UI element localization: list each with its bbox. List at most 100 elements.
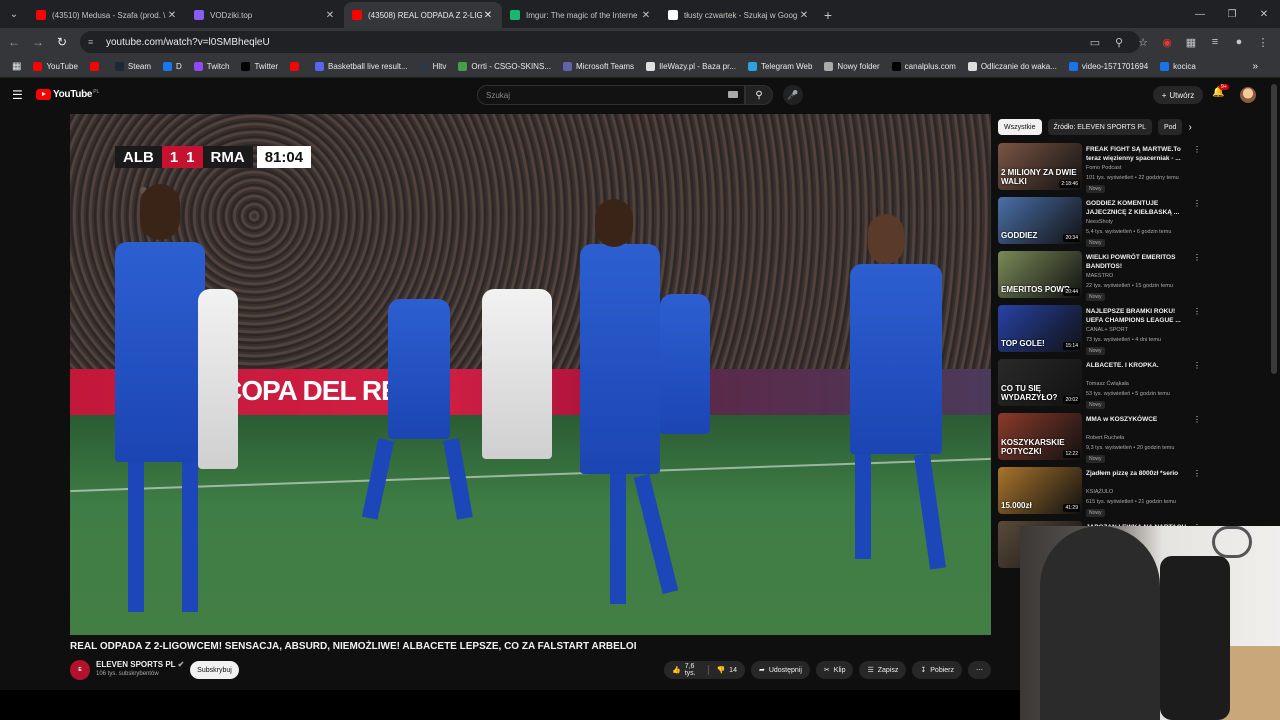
bookmark-item[interactable]: Steam — [109, 62, 157, 71]
video-thumbnail[interactable]: 15.000zł 41:29 — [998, 467, 1082, 514]
browser-tab[interactable]: (43510) Medusa - Szafa (prod. \ ✕ — [28, 2, 186, 28]
bookmark-item[interactable]: video-1571701694 — [1063, 62, 1154, 71]
bookmark-item[interactable]: kocica — [1154, 62, 1202, 71]
like-button[interactable]: 👍 7,6 tys. — [664, 661, 708, 679]
chip-related[interactable]: Pod — [1157, 119, 1183, 135]
more-options-icon[interactable]: ⋮ — [1193, 415, 1201, 424]
reading-list-icon[interactable]: ≡ — [1204, 31, 1226, 53]
chrome-menu-icon[interactable]: ⋮ — [1252, 31, 1274, 53]
bookmark-item[interactable]: Telegram Web — [742, 62, 818, 71]
omnibox[interactable]: ≡ youtube.com/watch?v=l0SMBheqleU — [80, 31, 1140, 53]
browser-tab[interactable]: Imgur: The magic of the Interne ✕ — [502, 2, 660, 28]
recommendation-title[interactable]: WIELKI POWRÓT EMERITOS BANDITOS! — [1086, 253, 1192, 271]
close-window-button[interactable]: ✕ — [1248, 0, 1280, 28]
bookmark-item[interactable]: IleWazy.pl - Baza pr... — [640, 62, 742, 71]
recommendation-title[interactable]: FREAK FIGHT SĄ MARTWE.To teraz więzienny… — [1086, 145, 1192, 163]
subscribe-button[interactable]: Subskrybuj — [190, 661, 239, 679]
menu-icon[interactable]: ☰ — [12, 88, 23, 102]
page-scrollbar[interactable] — [1271, 84, 1277, 374]
video-thumbnail[interactable]: EMERITOS POWR 20:44 — [998, 251, 1082, 298]
recommendation-title[interactable]: Zjadłem pizzę za 8000zł *serio — [1086, 469, 1192, 478]
maximize-button[interactable]: ❐ — [1216, 0, 1248, 28]
more-bookmarks-icon[interactable]: » — [1246, 61, 1264, 72]
bookmark-star-icon[interactable]: ☆ — [1132, 31, 1154, 53]
profile-icon[interactable]: ● — [1228, 31, 1250, 53]
more-options-icon[interactable]: ⋮ — [1193, 307, 1201, 316]
chip-source[interactable]: Źródło: ELEVEN SPORTS PL — [1047, 119, 1152, 135]
apps-grid-icon[interactable]: ▦ — [6, 61, 27, 72]
recommendation-channel[interactable]: KSIĄŻULO — [1086, 489, 1113, 495]
recommendation-item[interactable]: EMERITOS POWR 20:44 WIELKI POWRÓT EMERITOS… — [998, 251, 1204, 305]
recommendation-title[interactable]: NAJLEPSZE BRAMKI ROKU! UEFA CHAMPIONS LE… — [1086, 307, 1192, 325]
cast-icon[interactable]: ▭ — [1084, 31, 1106, 53]
forward-button[interactable]: → — [26, 30, 50, 54]
more-actions-button[interactable]: ⋯ — [968, 661, 991, 679]
recommendation-item[interactable]: TOP GOLE! 15:14 NAJLEPSZE BRAMKI ROKU! UEF… — [998, 305, 1204, 359]
bookmark-item[interactable] — [84, 62, 109, 71]
video-player[interactable]: COPA DEL REY ALB 1 1 RMA 81:04 — [70, 114, 991, 635]
browser-tab[interactable]: VODziki.top ✕ — [186, 2, 344, 28]
bookmark-item[interactable] — [284, 62, 309, 71]
site-info-icon[interactable]: ≡ — [88, 37, 98, 47]
extension-red-icon[interactable]: ◉ — [1156, 31, 1178, 53]
youtube-logo[interactable]: YouTube PL — [36, 89, 99, 100]
bookmark-item[interactable]: Orrti - CSGO-SKINS... — [452, 62, 557, 71]
more-options-icon[interactable]: ⋮ — [1193, 253, 1201, 262]
dislike-button[interactable]: 👎 14 — [708, 661, 745, 679]
recommendation-item[interactable]: CO TU SIĘ WYDARZYŁO? 20:02 ALBACETE. I KRO… — [998, 359, 1204, 413]
zoom-icon[interactable]: ⚲ — [1108, 31, 1130, 53]
search-button[interactable]: ⚲ — [745, 85, 773, 105]
keyboard-icon[interactable] — [728, 91, 738, 98]
minimize-button[interactable]: — — [1184, 0, 1216, 28]
avatar[interactable] — [1240, 87, 1256, 103]
bookmark-item[interactable]: canalplus.com — [886, 62, 962, 71]
tab-close-icon[interactable]: ✕ — [640, 10, 652, 21]
tab-close-icon[interactable]: ✕ — [798, 10, 810, 21]
reload-button[interactable]: ↻ — [50, 30, 74, 54]
clip-button[interactable]: ✂ Klip — [815, 661, 854, 679]
bookmark-item[interactable]: Twitter — [235, 62, 284, 71]
recommendation-item[interactable]: GODDIEZ 20:34 GODDIEZ KOMENTUJE JAJECZNICĘ… — [998, 197, 1204, 251]
share-button[interactable]: ➦ Udostępnij — [750, 661, 810, 679]
bookmark-item[interactable]: Hltv — [414, 62, 453, 71]
back-button[interactable]: ← — [2, 30, 26, 54]
new-tab-button[interactable]: + — [818, 2, 838, 28]
more-options-icon[interactable]: ⋮ — [1193, 145, 1201, 154]
recommendation-channel[interactable]: Robert Rucheła — [1086, 435, 1124, 441]
browser-tab[interactable]: tłusty czwartek - Szukaj w Goog ✕ — [660, 2, 818, 28]
recommendation-title[interactable]: ALBACETE. I KROPKA. — [1086, 361, 1192, 370]
more-options-icon[interactable]: ⋮ — [1193, 469, 1201, 478]
recommendation-channel[interactable]: Fomo Podcast — [1086, 165, 1121, 171]
recommendation-channel[interactable]: NeesShoty — [1086, 219, 1113, 225]
chevron-right-icon[interactable]: › — [1188, 119, 1191, 135]
chip-all[interactable]: Wszystkie — [998, 119, 1042, 135]
recommendation-channel[interactable]: CANAL+ SPORT — [1086, 327, 1128, 333]
video-thumbnail[interactable]: TOP GOLE! 15:14 — [998, 305, 1082, 352]
channel-avatar[interactable]: E — [70, 660, 90, 680]
bookmark-item[interactable]: Basketball live result... — [309, 62, 414, 71]
video-thumbnail[interactable]: CO TU SIĘ WYDARZYŁO? 20:02 — [998, 359, 1082, 406]
recommendation-item[interactable]: KOSZYKARSKIE POTYCZKI 12:22 MMA w KOSZYKÓW… — [998, 413, 1204, 467]
extensions-puzzle-icon[interactable]: ▦ — [1180, 31, 1202, 53]
recommendation-title[interactable]: GODDIEZ KOMENTUJE JAJECZNICĘ Z KIEŁBASKĄ… — [1086, 199, 1192, 217]
save-button[interactable]: ☰ Zapisz — [859, 661, 907, 679]
video-thumbnail[interactable]: GODDIEZ 20:34 — [998, 197, 1082, 244]
notifications-button[interactable]: 🔔 9+ — [1212, 84, 1229, 98]
bookmark-item[interactable]: YouTube — [27, 62, 83, 71]
bookmark-item[interactable]: Microsoft Teams — [557, 62, 640, 71]
bookmark-item[interactable]: Odliczanie do waka... — [962, 62, 1063, 71]
video-thumbnail[interactable]: KOSZYKARSKIE POTYCZKI 12:22 — [998, 413, 1082, 460]
tab-search-menu[interactable]: ⌄ — [0, 0, 28, 28]
recommendation-title[interactable]: MMA w KOSZYKÓWCE — [1086, 415, 1192, 424]
bookmark-item[interactable]: Nowy folder — [818, 62, 885, 71]
voice-search-button[interactable]: 🎤 — [783, 85, 803, 105]
more-options-icon[interactable]: ⋮ — [1193, 361, 1201, 370]
video-thumbnail[interactable]: 2 MILIONY ZA DWIE WALKI 2:18:46 — [998, 143, 1082, 190]
bookmark-item[interactable]: D — [157, 62, 188, 71]
tab-close-icon[interactable]: ✕ — [166, 10, 178, 21]
create-button[interactable]: + Utwórz — [1153, 86, 1203, 104]
search-input[interactable]: Szukaj — [477, 85, 745, 105]
browser-tab[interactable]: (43508) REAL ODPADA Z 2-LIG ✕ — [344, 2, 502, 28]
channel-name[interactable]: ELEVEN SPORTS PL ✔ — [96, 660, 184, 669]
bookmark-item[interactable]: Twitch — [188, 62, 236, 71]
